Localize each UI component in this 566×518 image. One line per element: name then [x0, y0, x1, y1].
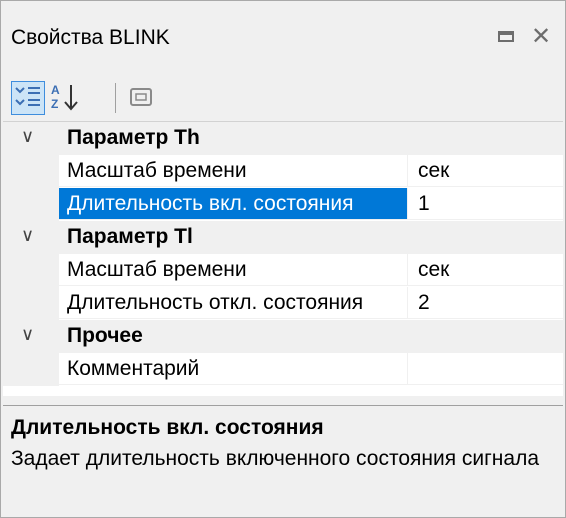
- property-name[interactable]: Комментарий: [59, 353, 408, 385]
- property-pages-button[interactable]: [125, 81, 159, 115]
- close-icon: ✕: [530, 23, 552, 50]
- property-row[interactable]: Длительность откл. состояния 2: [3, 287, 563, 320]
- row-gutter: [3, 287, 59, 320]
- row-gutter: [3, 155, 59, 188]
- property-name[interactable]: Длительность откл. состояния: [59, 287, 408, 319]
- chevron-down-icon[interactable]: ∨: [21, 324, 41, 344]
- svg-text:Z: Z: [51, 97, 58, 111]
- alphabetical-sort-icon: A Z: [51, 83, 78, 111]
- property-row[interactable]: Масштаб времени сек: [3, 155, 563, 188]
- panel-title: Свойства BLINK: [11, 26, 170, 49]
- property-grid: ∨ Параметр Th Масштаб времени сек Длител…: [3, 121, 563, 396]
- toolbar-separator: [115, 83, 116, 113]
- category-row[interactable]: ∨ Параметр Tl: [3, 221, 563, 254]
- maximize-button[interactable]: [494, 23, 522, 51]
- category-row[interactable]: ∨ Параметр Th: [3, 122, 563, 155]
- category-label: Параметр Th: [67, 126, 200, 149]
- property-value[interactable]: [408, 353, 563, 385]
- property-name[interactable]: Длительность вкл. состояния: [59, 188, 408, 220]
- property-pages-icon: [130, 88, 152, 106]
- description-text: Задает длительность включенного состояни…: [11, 447, 540, 470]
- svg-text:A: A: [51, 83, 60, 97]
- property-value[interactable]: сек: [408, 155, 563, 187]
- categorized-button[interactable]: [11, 81, 45, 115]
- properties-panel: Свойства BLINK ✕ A Z ∨ Параметр Th Масшт…: [0, 0, 566, 518]
- description-panel: Длительность вкл. состояния Задает длите…: [3, 405, 563, 516]
- toolbar: A Z: [1, 75, 565, 121]
- property-row-selected[interactable]: Длительность вкл. состояния 1: [3, 188, 563, 221]
- category-label: Прочее: [67, 324, 143, 347]
- description-title: Длительность вкл. состояния: [11, 416, 324, 439]
- row-gutter: [3, 254, 59, 287]
- property-row[interactable]: Комментарий: [3, 353, 563, 386]
- chevron-down-icon[interactable]: ∨: [21, 126, 41, 146]
- row-gutter: [3, 353, 59, 386]
- property-value[interactable]: сек: [408, 254, 563, 286]
- alphabetical-sort-button[interactable]: A Z: [49, 81, 83, 115]
- maximize-icon: [498, 31, 514, 42]
- property-value[interactable]: 2: [408, 287, 563, 319]
- close-button[interactable]: ✕: [527, 23, 555, 51]
- categorized-icon: [15, 87, 40, 106]
- property-name[interactable]: Масштаб времени: [59, 254, 408, 286]
- category-row[interactable]: ∨ Прочее: [3, 320, 563, 353]
- category-label: Параметр Tl: [67, 225, 193, 248]
- row-gutter: [3, 188, 59, 221]
- property-row[interactable]: Масштаб времени сек: [3, 254, 563, 287]
- property-name[interactable]: Масштаб времени: [59, 155, 408, 187]
- title-bar: Свойства BLINK ✕: [1, 1, 565, 75]
- property-value[interactable]: 1: [408, 188, 563, 220]
- chevron-down-icon[interactable]: ∨: [21, 225, 41, 245]
